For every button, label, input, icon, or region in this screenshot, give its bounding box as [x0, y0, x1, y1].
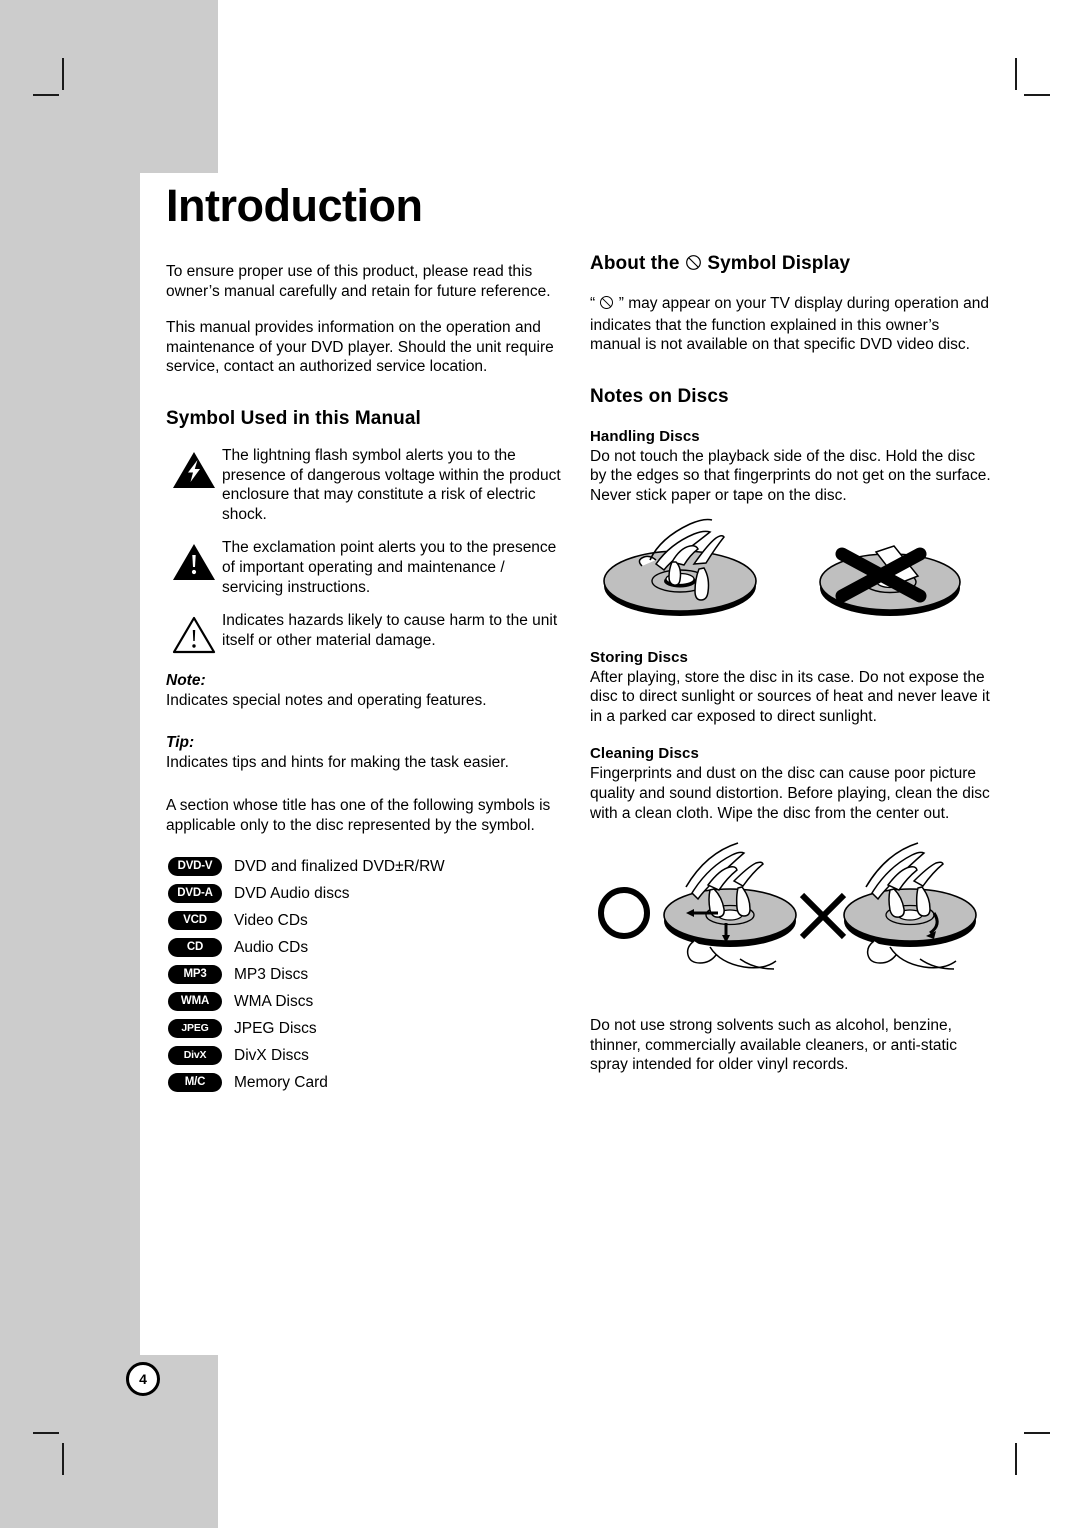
figure-cleaning-discs: [590, 837, 994, 1002]
note-text: Indicates special notes and operating fe…: [166, 692, 487, 710]
crop-mark-top-right-horizontal: [1024, 94, 1050, 96]
disc-label-vcd: Video CDs: [234, 911, 308, 929]
symbol-row-exclamation-filled: The exclamation point alerts you to the …: [166, 538, 562, 597]
disc-badge-dvd-a: DVD-A: [168, 883, 222, 903]
lightning-flash-triangle-icon: [166, 446, 222, 490]
handling-discs-text: Do not touch the playback side of the di…: [590, 447, 991, 504]
page-number-value: 4: [139, 1371, 147, 1387]
exclamation-filled-triangle-icon: [166, 538, 222, 582]
crop-mark-bottom-left-vertical: [62, 1443, 64, 1475]
exclamation-outline-triangle-icon: [166, 611, 222, 655]
solvents-text: Do not use strong solvents such as alcoh…: [590, 1017, 957, 1074]
x-mark-icon: [799, 893, 847, 940]
storing-discs-text: After playing, store the disc in its cas…: [590, 668, 990, 725]
tip-label: Tip:: [166, 733, 195, 751]
disc-type-row: DivX DivX Discs: [168, 1042, 562, 1069]
disc-type-row: VCD Video CDs: [168, 907, 562, 934]
symbol-text-exclamation-outline: Indicates hazards likely to cause harm t…: [222, 612, 558, 649]
note-block: Note: Indicates special notes and operat…: [166, 671, 562, 711]
disc-type-row: DVD-V DVD and finalized DVD±R/RW: [168, 853, 562, 880]
disc-type-row: CD Audio CDs: [168, 934, 562, 961]
symbol-display-heading-after: Symbol Display: [707, 253, 851, 274]
right-column: About the Symbol Display “ ” may appear …: [590, 252, 994, 1075]
margin-block-top-left: [0, 0, 218, 173]
page-number-badge: 4: [126, 1362, 160, 1396]
symbol-text-exclamation-filled: The exclamation point alerts you to the …: [222, 539, 557, 596]
disc-label-jpeg: JPEG Discs: [234, 1019, 317, 1037]
symbol-display-heading: About the Symbol Display: [590, 252, 994, 278]
crop-mark-top-right-vertical: [1015, 58, 1017, 90]
cleaning-discs-heading: Cleaning Discs: [590, 745, 699, 763]
tip-block: Tip: Indicates tips and hints for making…: [166, 733, 562, 773]
disc-no-tape-illustration: [819, 544, 961, 616]
symbol-row-lightning: The lightning flash symbol alerts you to…: [166, 446, 562, 524]
disc-label-cd: Audio CDs: [234, 938, 309, 956]
crop-mark-bottom-right-horizontal: [1024, 1432, 1050, 1434]
disc-type-row: DVD-A DVD Audio discs: [168, 880, 562, 907]
symbol-row-exclamation-outline: Indicates hazards likely to cause harm t…: [166, 611, 562, 655]
prohibition-icon: [685, 254, 702, 278]
figure-handling-discs: [590, 518, 994, 638]
symbol-section-heading: Symbol Used in this Manual: [166, 407, 421, 429]
disc-type-row: WMA WMA Discs: [168, 988, 562, 1015]
symbol-display-body: “ ” may appear on your TV display during…: [590, 294, 994, 355]
tip-text: Indicates tips and hints for making the …: [166, 753, 509, 771]
symbol-display-heading-before: About the: [590, 253, 680, 274]
disc-type-row: MP3 MP3 Discs: [168, 961, 562, 988]
disc-label-wma: WMA Discs: [234, 992, 314, 1010]
symbol-display-body-before: “: [590, 295, 596, 312]
disc-badge-mp3: MP3: [168, 964, 222, 984]
note-label: Note:: [166, 672, 206, 690]
left-column: To ensure proper use of this product, pl…: [166, 262, 562, 1096]
disc-badge-vcd: VCD: [168, 910, 222, 930]
disc-badge-divx: DivX: [168, 1045, 222, 1065]
symbol-display-body-after: ” may appear on your TV display during o…: [590, 295, 990, 354]
storing-discs-heading: Storing Discs: [590, 648, 688, 666]
disc-label-mp3: MP3 Discs: [234, 965, 309, 983]
margin-band-left: [0, 173, 140, 1355]
disc-hold-correct-illustration: [603, 518, 757, 616]
disc-badge-dvd-v: DVD-V: [168, 856, 222, 876]
ok-circle-icon: [598, 887, 650, 940]
notes-on-discs-heading: Notes on Discs: [590, 385, 729, 407]
disc-type-list: DVD-V DVD and finalized DVD±R/RW DVD-A D…: [168, 853, 562, 1096]
disc-type-row: JPEG JPEG Discs: [168, 1015, 562, 1042]
disc-badge-jpeg: JPEG: [168, 1018, 222, 1038]
disc-wipe-radial-illustration: [663, 842, 797, 970]
disc-badge-cd: CD: [168, 937, 222, 957]
disc-wipe-circular-illustration: [843, 842, 977, 970]
cleaning-discs-text: Fingerprints and dust on the disc can ca…: [590, 765, 990, 822]
handling-discs-heading: Handling Discs: [590, 427, 700, 445]
crop-mark-bottom-left-horizontal: [33, 1432, 59, 1434]
intro-paragraph-1: To ensure proper use of this product, pl…: [166, 263, 551, 300]
disc-label-mc: Memory Card: [234, 1073, 328, 1091]
disc-label-divx: DivX Discs: [234, 1046, 309, 1064]
prohibition-icon-inline: [599, 295, 614, 316]
applicability-text: A section whose title has one of the fol…: [166, 797, 551, 834]
crop-mark-top-left-horizontal: [33, 94, 59, 96]
margin-block-bottom-left: [0, 1355, 218, 1528]
crop-mark-bottom-right-vertical: [1015, 1443, 1017, 1475]
disc-badge-wma: WMA: [168, 991, 222, 1011]
disc-label-dvd-a: DVD Audio discs: [234, 884, 350, 902]
disc-badge-mc: M/C: [168, 1072, 222, 1092]
intro-paragraph-2: This manual provides information on the …: [166, 319, 554, 376]
page-title: Introduction: [166, 180, 423, 231]
disc-type-row: M/C Memory Card: [168, 1069, 562, 1096]
disc-label-dvd-v: DVD and finalized DVD±R/RW: [234, 857, 445, 875]
symbol-text-lightning: The lightning flash symbol alerts you to…: [222, 446, 561, 523]
crop-mark-top-left-vertical: [62, 58, 64, 90]
